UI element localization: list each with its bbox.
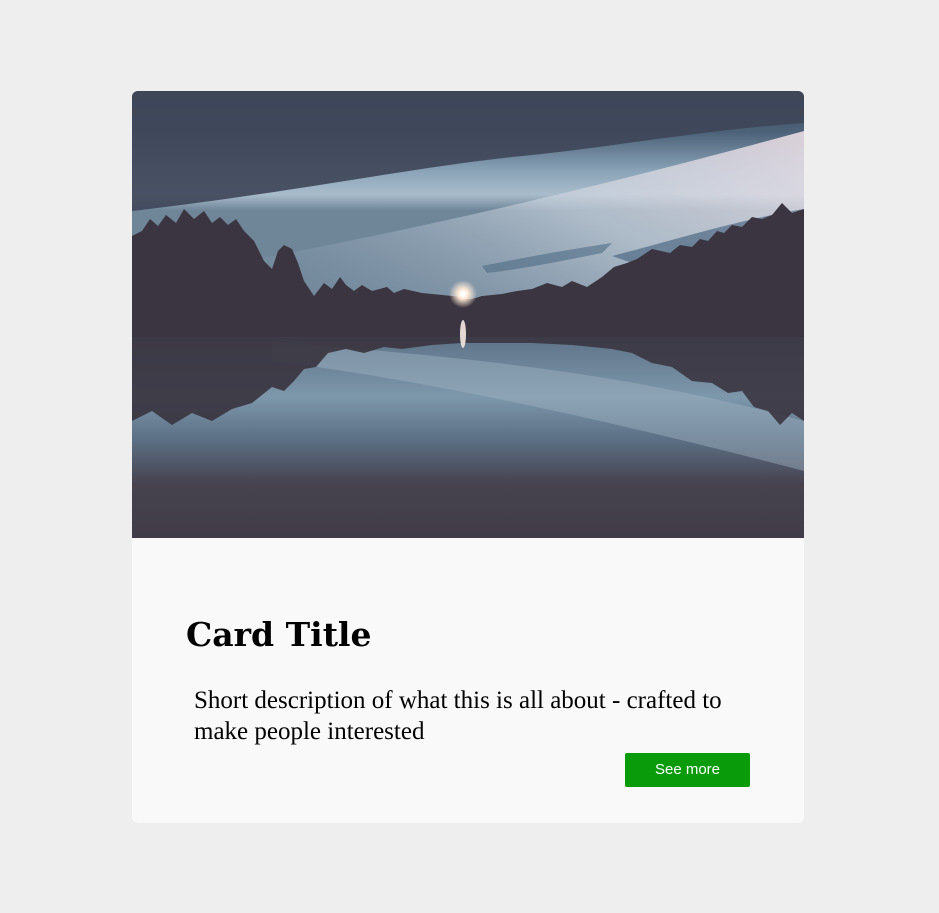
card-description: Short description of what this is all ab… — [194, 687, 722, 745]
see-more-button[interactable]: See more — [625, 753, 750, 787]
card-title: Card Title — [186, 615, 372, 654]
card: Card Title Short description of what thi… — [132, 91, 804, 823]
card-image — [132, 91, 804, 538]
